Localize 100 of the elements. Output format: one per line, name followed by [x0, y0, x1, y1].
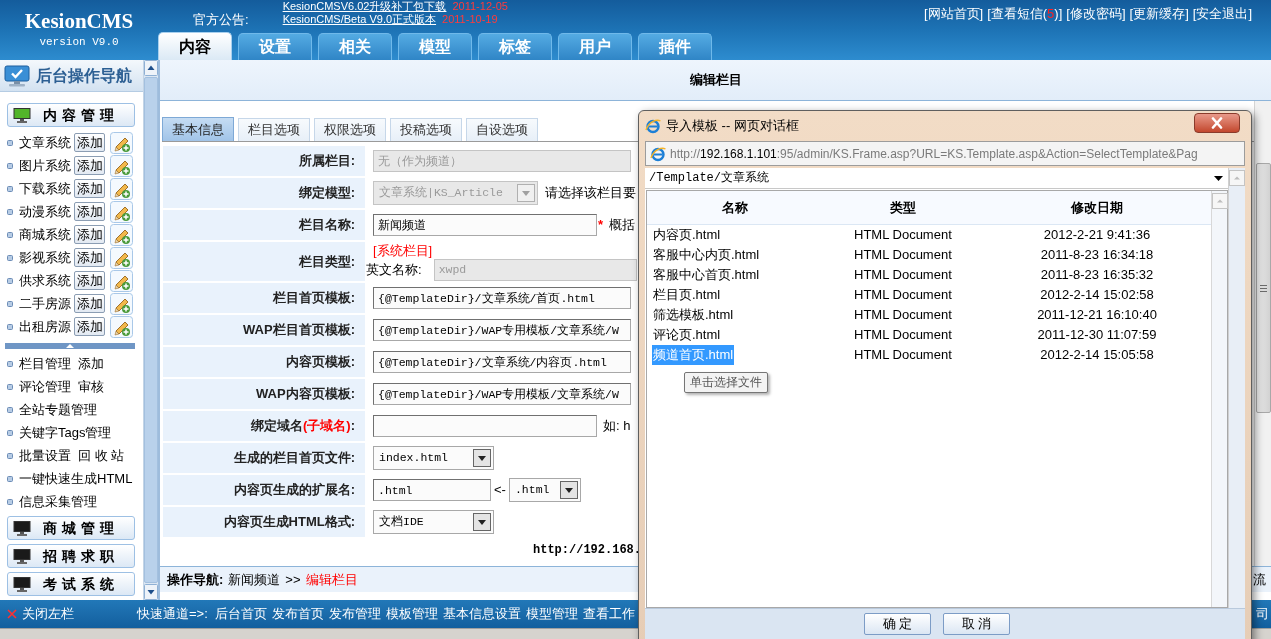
quick-link[interactable]: 模板管理	[385, 604, 438, 624]
pencil-plus-icon[interactable]	[110, 200, 133, 223]
add-button[interactable]: 添加	[74, 271, 105, 290]
input-field[interactable]	[373, 415, 597, 437]
header-link[interactable]: [查看短信(5)]	[987, 6, 1063, 21]
pencil-plus-icon[interactable]	[110, 292, 133, 315]
notice-label: 官方公告:	[193, 12, 249, 27]
module-link[interactable]: 供求系统	[19, 270, 74, 291]
quick-link[interactable]: 模型管理	[525, 604, 578, 624]
input-field[interactable]: {@TemplateDir}/文章系统/首页.html	[373, 287, 631, 309]
column-header[interactable]: 名称	[647, 197, 823, 218]
sidebar-link[interactable]: 回 收 站	[78, 445, 125, 466]
add-button[interactable]: 添加	[74, 294, 105, 313]
group-button[interactable]: 招聘求职	[7, 544, 135, 568]
select-field[interactable]: index.html	[373, 446, 494, 470]
caret-down-icon	[1214, 175, 1223, 181]
column-header[interactable]: 类型	[823, 197, 983, 218]
input-field[interactable]: .html	[373, 479, 491, 501]
field-label: 英文名称:	[366, 260, 422, 279]
add-button[interactable]: 添加	[74, 202, 105, 221]
quick-link[interactable]: 发布首页	[271, 604, 324, 624]
quick-link[interactable]: 基本信息设置	[442, 604, 521, 624]
close-button[interactable]	[1194, 113, 1240, 133]
sidebar-link[interactable]: 评论管理	[19, 376, 71, 397]
form-tab[interactable]: 投稿选项	[390, 118, 462, 141]
confirm-button[interactable]: 确 定	[864, 613, 931, 635]
select-field[interactable]: .html	[508, 478, 581, 502]
module-link[interactable]: 出租房源	[19, 316, 74, 337]
module-link[interactable]: 图片系统	[19, 155, 74, 176]
group-button[interactable]: 考试系统	[7, 572, 135, 596]
add-button[interactable]: 添加	[74, 317, 105, 336]
sidebar-link[interactable]: 一键快速生成HTML	[19, 468, 133, 489]
pencil-plus-icon[interactable]	[110, 131, 133, 154]
pencil-plus-icon[interactable]	[110, 269, 133, 292]
notice-date: 2011-10-19	[442, 13, 498, 26]
pencil-plus-icon[interactable]	[110, 246, 133, 269]
file-date: 2011-8-23 16:34:18	[1039, 246, 1155, 265]
column-header[interactable]: 修改日期	[983, 197, 1211, 218]
pencil-plus-icon[interactable]	[110, 223, 133, 246]
file-name[interactable]: 栏目页.html	[652, 285, 722, 305]
sidebar-link[interactable]: 添加	[78, 353, 104, 374]
pencil-plus-icon[interactable]	[110, 154, 133, 177]
header-link[interactable]: [网站首页]	[923, 6, 984, 21]
folder-select[interactable]: /Template/文章系统	[645, 168, 1228, 189]
sidebar-link[interactable]: 栏目管理	[19, 353, 71, 374]
input-field[interactable]: {@TemplateDir}/文章系统/内容页.html	[373, 351, 631, 373]
bullet-icon	[7, 139, 13, 146]
add-button[interactable]: 添加	[74, 248, 105, 267]
page-title: 编辑栏目	[689, 71, 742, 90]
pencil-plus-icon[interactable]	[110, 177, 133, 200]
module-link[interactable]: 文章系统	[19, 132, 74, 153]
group-button[interactable]: 商城管理	[7, 516, 135, 540]
cancel-button[interactable]: 取 消	[943, 613, 1010, 635]
file-name[interactable]: 内容页.html	[652, 225, 722, 245]
sidebar-link[interactable]: 审核	[78, 376, 104, 397]
input-field[interactable]: {@TemplateDir}/WAP专用模板/文章系统/W	[373, 319, 631, 341]
add-button[interactable]: 添加	[74, 133, 105, 152]
version-text: version V9.0	[39, 36, 119, 48]
module-link[interactable]: 二手房源	[19, 293, 74, 314]
quick-link[interactable]: 查看工作	[582, 604, 635, 624]
input-field[interactable]: {@TemplateDir}/WAP专用模板/文章系统/W	[373, 383, 631, 405]
quick-link[interactable]: 发布管理	[328, 604, 381, 624]
header-link[interactable]: [安全退出]	[1192, 6, 1252, 21]
scrollbar-thumb[interactable]	[1255, 163, 1271, 413]
form-tab[interactable]: 权限选项	[314, 118, 386, 141]
sidebar-link[interactable]: 关键字Tags管理	[19, 422, 112, 443]
form-tab[interactable]: 基本信息	[162, 117, 234, 141]
select-field[interactable]: 文档IDE	[373, 510, 494, 534]
dialog-title: 导入模板 -- 网页对话框	[666, 117, 799, 136]
header-link[interactable]: [更新缓存]	[1129, 6, 1189, 21]
close-sidebar-link[interactable]: 关闭左栏	[22, 604, 74, 624]
add-button[interactable]: 添加	[74, 156, 105, 175]
tooltip: 单击选择文件	[684, 372, 768, 393]
file-name[interactable]: 评论页.html	[652, 325, 722, 345]
sidebar-link[interactable]: 批量设置	[19, 445, 71, 466]
input-field[interactable]: 新闻频道	[373, 214, 597, 236]
notice-link[interactable]: KesionCMS/Beta V9.0正式版本	[282, 13, 437, 26]
file-name[interactable]: 客服中心内页.html	[652, 245, 761, 265]
nav-tab[interactable]: 内容	[158, 32, 232, 60]
quick-link[interactable]: 后台首页	[214, 604, 267, 624]
module-link[interactable]: 下载系统	[19, 178, 74, 199]
notice-link[interactable]: KesionCMSV6.02升级补丁包下载	[282, 0, 447, 13]
sidebar-link[interactable]: 全站专题管理	[19, 399, 97, 420]
form-label: 内容页模板:	[163, 347, 365, 377]
pencil-plus-icon[interactable]	[110, 315, 133, 338]
module-link[interactable]: 动漫系统	[19, 201, 74, 222]
file-name[interactable]: 筛选模板.html	[652, 305, 735, 325]
form-tab[interactable]: 自设选项	[466, 118, 538, 141]
sidebar-link[interactable]: 信息采集管理	[19, 491, 97, 512]
module-link[interactable]: 商城系统	[19, 224, 74, 245]
quick-label: 快速通道=>:	[137, 605, 208, 624]
breadcrumb-link[interactable]: 新闻频道	[228, 569, 281, 590]
module-link[interactable]: 影视系统	[19, 247, 74, 268]
file-name[interactable]: 客服中心首页.html	[652, 265, 761, 285]
add-button[interactable]: 添加	[74, 179, 105, 198]
add-button[interactable]: 添加	[74, 225, 105, 244]
form-label: WAP内容页模板:	[163, 379, 365, 409]
header-link[interactable]: [修改密码]	[1066, 6, 1126, 21]
form-tab[interactable]: 栏目选项	[238, 118, 310, 141]
group-button[interactable]: 内容管理	[7, 103, 135, 127]
